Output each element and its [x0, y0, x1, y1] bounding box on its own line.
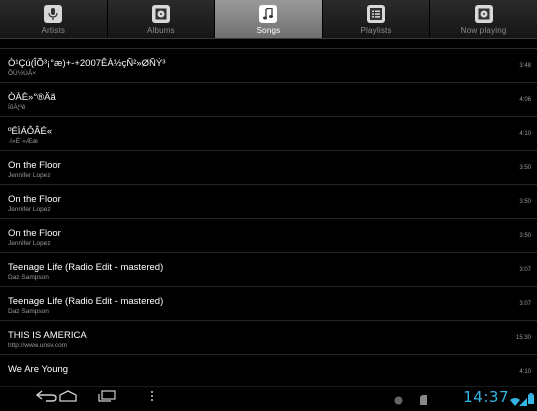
tab-artists[interactable]: Artists — [0, 0, 108, 38]
song-artist: ·ï»Ë´«Ææ — [8, 138, 38, 145]
song-artist: Jennifer Lopez — [8, 240, 51, 247]
song-duration: 3:07 — [519, 301, 531, 307]
tab-albums-label: Albums — [146, 26, 175, 35]
song-row[interactable]: Ò¹Çú(ÎÕ³¡°æ)+-+2007ÊÀ½çÑ²»ØÑÝ³ ÕÜ½ÙÂ× 3:… — [0, 49, 537, 83]
recent-apps-icon[interactable] — [98, 390, 116, 404]
song-duration: 3:48 — [519, 63, 531, 69]
battery-icon — [528, 391, 534, 409]
tab-songs[interactable]: Songs — [215, 0, 323, 38]
song-title: Ò¹Çú(ÎÕ³¡°æ)+-+2007ÊÀ½çÑ²»ØÑÝ³ — [8, 58, 166, 69]
playlist-icon — [367, 5, 386, 23]
song-list[interactable]: Ò¹Çú(ÎÕ³¡°æ)+-+2007ÊÀ½çÑ²»ØÑÝ³ ÕÜ½ÙÂ× 3:… — [0, 39, 537, 385]
microphone-icon — [44, 5, 63, 23]
song-artist: Jennifer Lopez — [8, 206, 51, 213]
tab-artists-label: Artists — [41, 26, 66, 35]
song-title: Teenage Life (Radio Edit - mastered) — [8, 262, 164, 273]
tab-now-playing-label: Now playing — [460, 26, 507, 35]
song-title: We Are Young — [8, 364, 69, 375]
song-title: ºÉÌÁÔÂÉ« — [8, 126, 53, 137]
home-icon[interactable] — [58, 390, 78, 404]
tab-songs-label: Songs — [256, 26, 281, 35]
song-row[interactable]: On the Floor Jennifer Lopez 3:50 — [0, 185, 537, 219]
song-duration: 4:06 — [519, 97, 531, 103]
notification-icon[interactable] — [394, 392, 403, 410]
song-title: Teenage Life (Radio Edit - mastered) — [8, 296, 164, 307]
song-artist: ÍõÁ¦ºê — [8, 104, 26, 111]
song-row[interactable]: On the Floor Jennifer Lopez 3:50 — [0, 219, 537, 253]
list-item-cut-off — [0, 39, 537, 49]
song-duration: 15:30 — [515, 335, 531, 341]
song-artist: Jennifer Lopez — [8, 172, 51, 179]
song-duration: 3:07 — [519, 267, 531, 273]
signal-icon — [519, 393, 527, 411]
tab-now-playing[interactable]: Now playing — [430, 0, 537, 38]
tab-albums[interactable]: Albums — [108, 0, 216, 38]
status-clock[interactable]: 14:37 — [463, 388, 509, 406]
menu-icon[interactable] — [150, 390, 154, 404]
tab-playlists-label: Playlists — [360, 26, 392, 35]
song-row[interactable]: On the Floor Jennifer Lopez 3:50 — [0, 151, 537, 185]
song-row[interactable]: THIS IS AMERICA http://www.unsv.com 15:3… — [0, 321, 537, 355]
song-duration: 3:50 — [519, 165, 531, 171]
song-row[interactable]: ÒÀÈ»°®Äã ÍõÁ¦ºê 4:06 — [0, 83, 537, 117]
song-title: On the Floor — [8, 228, 61, 239]
song-title: On the Floor — [8, 160, 61, 171]
song-row[interactable]: Teenage Life (Radio Edit - mastered) Daz… — [0, 287, 537, 321]
song-duration: 4:10 — [519, 369, 531, 375]
song-artist: Daz Sampson — [8, 274, 49, 281]
song-title: On the Floor — [8, 194, 61, 205]
song-duration: 3:50 — [519, 199, 531, 205]
song-artist: http://www.unsv.com — [8, 342, 68, 349]
sd-card-icon[interactable] — [420, 392, 427, 410]
song-row[interactable]: Teenage Life (Radio Edit - mastered) Daz… — [0, 253, 537, 287]
tab-bar: Artists Albums Songs Playlists Now playi… — [0, 0, 537, 39]
song-title: THIS IS AMERICA — [8, 330, 87, 341]
now-playing-icon — [474, 5, 493, 23]
song-title: ÒÀÈ»°®Äã — [8, 92, 56, 103]
tab-playlists[interactable]: Playlists — [323, 0, 431, 38]
system-bar: 14:37 — [0, 386, 537, 407]
song-artist: ÕÜ½ÙÂ× — [8, 70, 36, 77]
song-artist: Daz Sampson — [8, 308, 49, 315]
song-duration: 3:50 — [519, 233, 531, 239]
song-row[interactable]: We Are Young 4:10 — [0, 355, 537, 385]
song-duration: 4:10 — [519, 131, 531, 137]
back-icon[interactable] — [35, 390, 58, 404]
music-note-icon — [259, 5, 278, 23]
album-icon — [151, 5, 170, 23]
song-row[interactable]: ºÉÌÁÔÂÉ« ·ï»Ë´«Ææ 4:10 — [0, 117, 537, 151]
